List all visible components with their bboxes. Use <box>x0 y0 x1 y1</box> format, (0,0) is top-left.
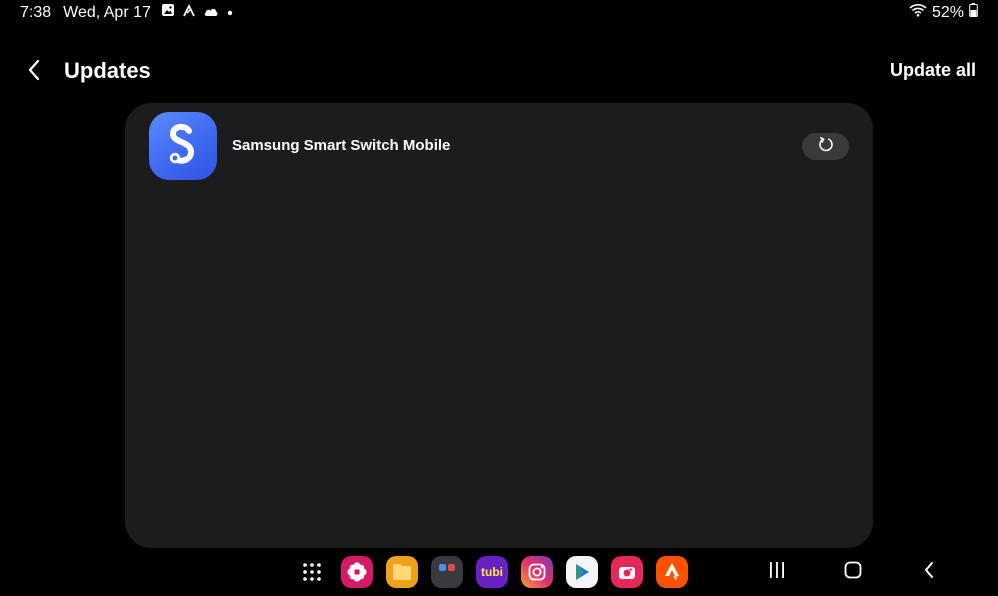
cloud-icon <box>203 4 219 22</box>
battery-icon <box>969 3 978 22</box>
retry-button[interactable] <box>802 133 849 160</box>
gallery-icon <box>161 3 175 22</box>
tubi-app-icon[interactable]: tubi <box>476 556 508 588</box>
recent-apps-icon <box>768 561 786 584</box>
chevron-left-icon <box>27 59 41 86</box>
recent-apps-button[interactable] <box>761 556 793 588</box>
header: Updates Update all <box>0 50 998 92</box>
notification-icons <box>161 3 234 22</box>
instagram-app-icon[interactable] <box>521 556 553 588</box>
taskbar: tubi <box>0 556 998 588</box>
status-time: 7:38 <box>20 3 52 21</box>
more-dot-icon <box>226 4 234 22</box>
back-button[interactable] <box>20 58 48 86</box>
nav-back-button[interactable] <box>913 556 945 588</box>
back-icon <box>923 561 935 584</box>
wifi-icon <box>909 3 927 22</box>
status-date: Wed, Apr 17 <box>63 3 151 21</box>
camera-app-icon[interactable] <box>611 556 643 588</box>
screen: 7:38 Wed, Apr 17 52% Updates Update all … <box>0 0 998 596</box>
blossom-app-icon[interactable] <box>341 556 373 588</box>
strava-app-icon[interactable] <box>656 556 688 588</box>
update-all-button[interactable]: Update all <box>890 60 976 81</box>
status-right: 52% <box>909 3 978 22</box>
status-bar: 7:38 Wed, Apr 17 52% <box>0 0 998 24</box>
tubi-label: tubi <box>481 565 503 579</box>
app-folder-icon[interactable] <box>431 556 463 588</box>
retry-icon <box>818 136 834 157</box>
battery-percent: 52% <box>931 3 964 21</box>
update-list-item[interactable]: Samsung Smart Switch Mobile <box>125 112 873 180</box>
strava-notification-icon <box>182 3 196 22</box>
home-icon <box>844 561 862 584</box>
smart-switch-icon <box>149 112 217 180</box>
files-app-icon[interactable] <box>386 556 418 588</box>
app-drawer-icon[interactable] <box>296 556 328 588</box>
home-button[interactable] <box>837 556 869 588</box>
page-title: Updates <box>64 58 151 83</box>
app-dock: tubi <box>296 556 688 588</box>
status-left: 7:38 Wed, Apr 17 <box>20 3 234 22</box>
play-store-icon[interactable] <box>566 556 598 588</box>
updates-card: Samsung Smart Switch Mobile <box>125 103 873 548</box>
app-name: Samsung Smart Switch Mobile <box>232 137 451 154</box>
